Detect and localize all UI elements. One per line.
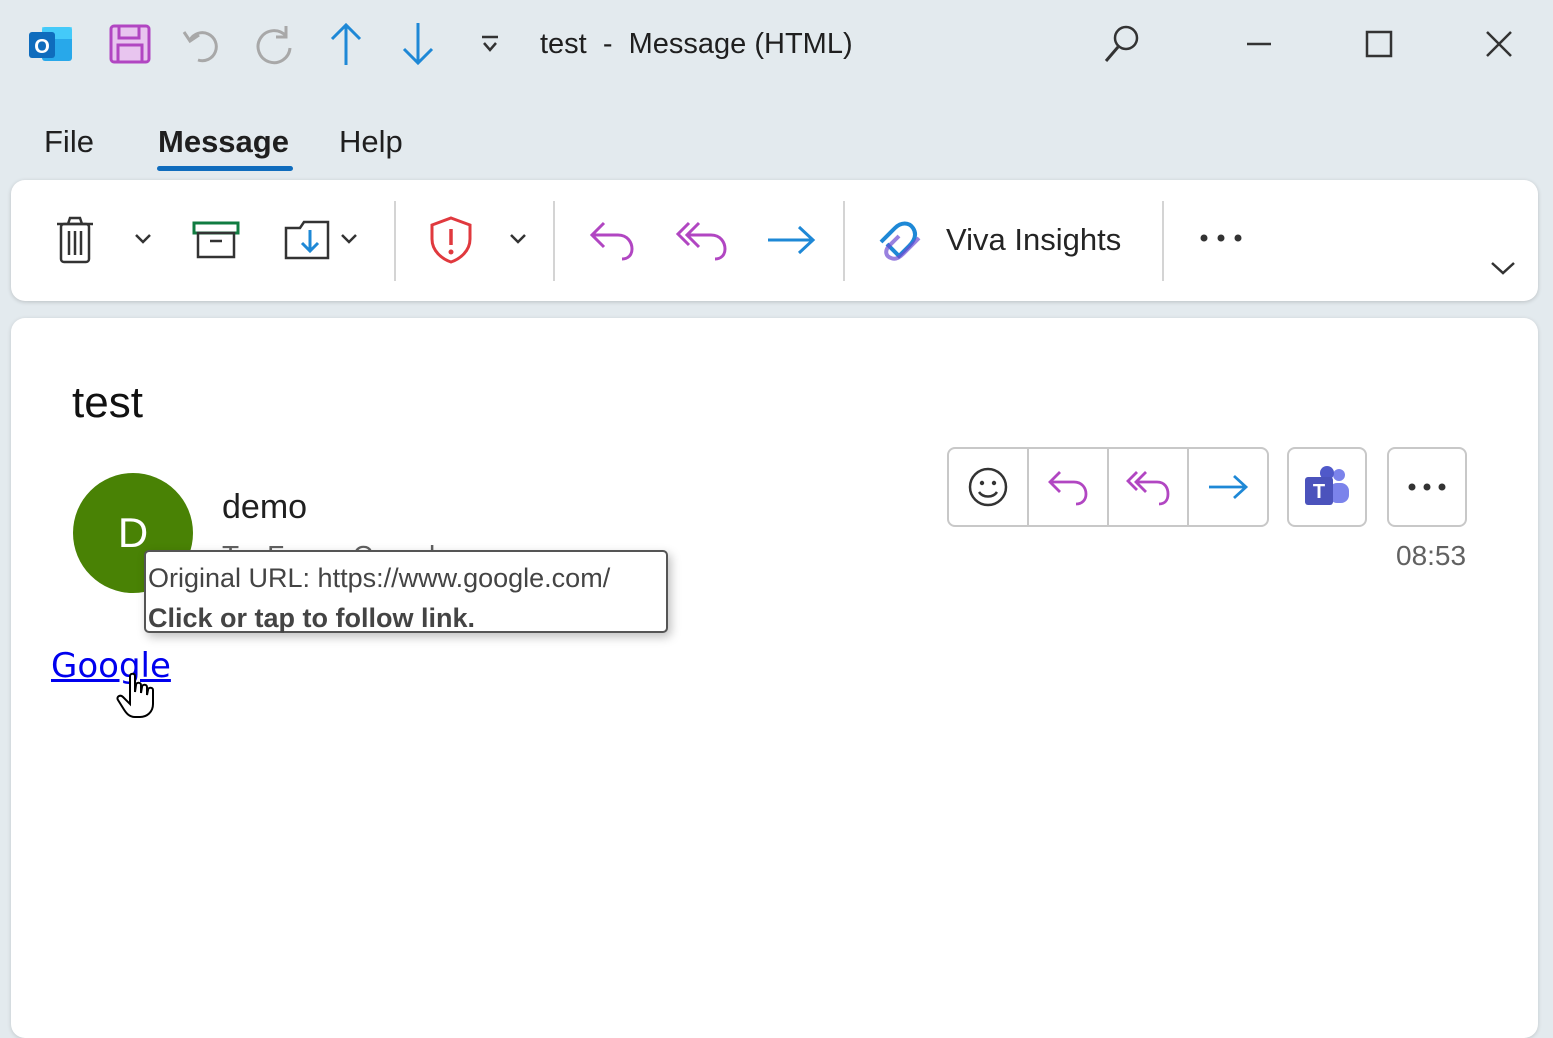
- react-button[interactable]: [949, 449, 1029, 525]
- link-tooltip: Original URL: https://www.google.com/ Cl…: [144, 550, 668, 633]
- ribbon: Viva Insights: [11, 180, 1538, 301]
- forward-button[interactable]: [761, 216, 821, 264]
- more-actions-button[interactable]: [1387, 447, 1467, 527]
- close-button[interactable]: [1469, 18, 1529, 70]
- teams-button[interactable]: T: [1287, 447, 1367, 527]
- quick-actions: [947, 447, 1269, 527]
- tooltip-hint: Click or tap to follow link.: [148, 603, 476, 633]
- ribbon-separator: [1162, 201, 1164, 281]
- next-item-icon[interactable]: [394, 18, 442, 70]
- message-subject: test: [72, 378, 143, 427]
- tooltip-url: Original URL: https://www.google.com/: [148, 563, 611, 593]
- redo-icon[interactable]: [250, 18, 298, 70]
- delete-button[interactable]: [47, 210, 103, 270]
- reply-all-action-button[interactable]: [1109, 449, 1189, 525]
- tab-message[interactable]: Message: [158, 124, 289, 160]
- archive-button[interactable]: [187, 214, 245, 266]
- reply-action-button[interactable]: [1029, 449, 1109, 525]
- minimize-button[interactable]: [1229, 18, 1289, 70]
- reading-pane: test D demo To: Fanny Cornel T 08:53 Goo…: [11, 318, 1538, 1038]
- ribbon-separator: [394, 201, 396, 281]
- move-button[interactable]: [279, 212, 335, 268]
- tab-file[interactable]: File: [44, 124, 94, 160]
- received-time: 08:53: [1396, 540, 1467, 571]
- expand-ribbon-chevron-icon[interactable]: [1485, 254, 1521, 282]
- viva-insights-label[interactable]: Viva Insights: [946, 222, 1121, 258]
- reply-button[interactable]: [583, 212, 641, 268]
- ribbon-separator: [843, 201, 845, 281]
- outlook-logo-icon: O: [27, 18, 75, 70]
- svg-text:T: T: [1313, 481, 1325, 503]
- sender-name[interactable]: demo: [222, 488, 307, 527]
- tab-help[interactable]: Help: [339, 124, 403, 160]
- previous-item-icon[interactable]: [322, 18, 370, 70]
- save-icon[interactable]: [106, 18, 154, 70]
- undo-icon[interactable]: [178, 18, 226, 70]
- search-icon[interactable]: [1098, 18, 1146, 70]
- ribbon-separator: [553, 201, 555, 281]
- report-button[interactable]: [424, 212, 478, 268]
- window-title: test - Message (HTML): [540, 28, 853, 60]
- move-dropdown-chevron-icon[interactable]: [335, 224, 363, 254]
- viva-insights-icon[interactable]: [873, 214, 927, 266]
- report-dropdown-chevron-icon[interactable]: [504, 224, 532, 254]
- reply-all-button[interactable]: [671, 212, 733, 268]
- more-options-icon[interactable]: [1191, 220, 1251, 256]
- hand-cursor-icon: [116, 672, 156, 725]
- active-tab-indicator: [157, 166, 293, 171]
- delete-dropdown-chevron-icon[interactable]: [129, 224, 157, 254]
- svg-text:O: O: [34, 36, 50, 58]
- forward-action-button[interactable]: [1189, 449, 1267, 525]
- customize-toolbar-icon[interactable]: [466, 18, 514, 70]
- maximize-button[interactable]: [1349, 18, 1409, 70]
